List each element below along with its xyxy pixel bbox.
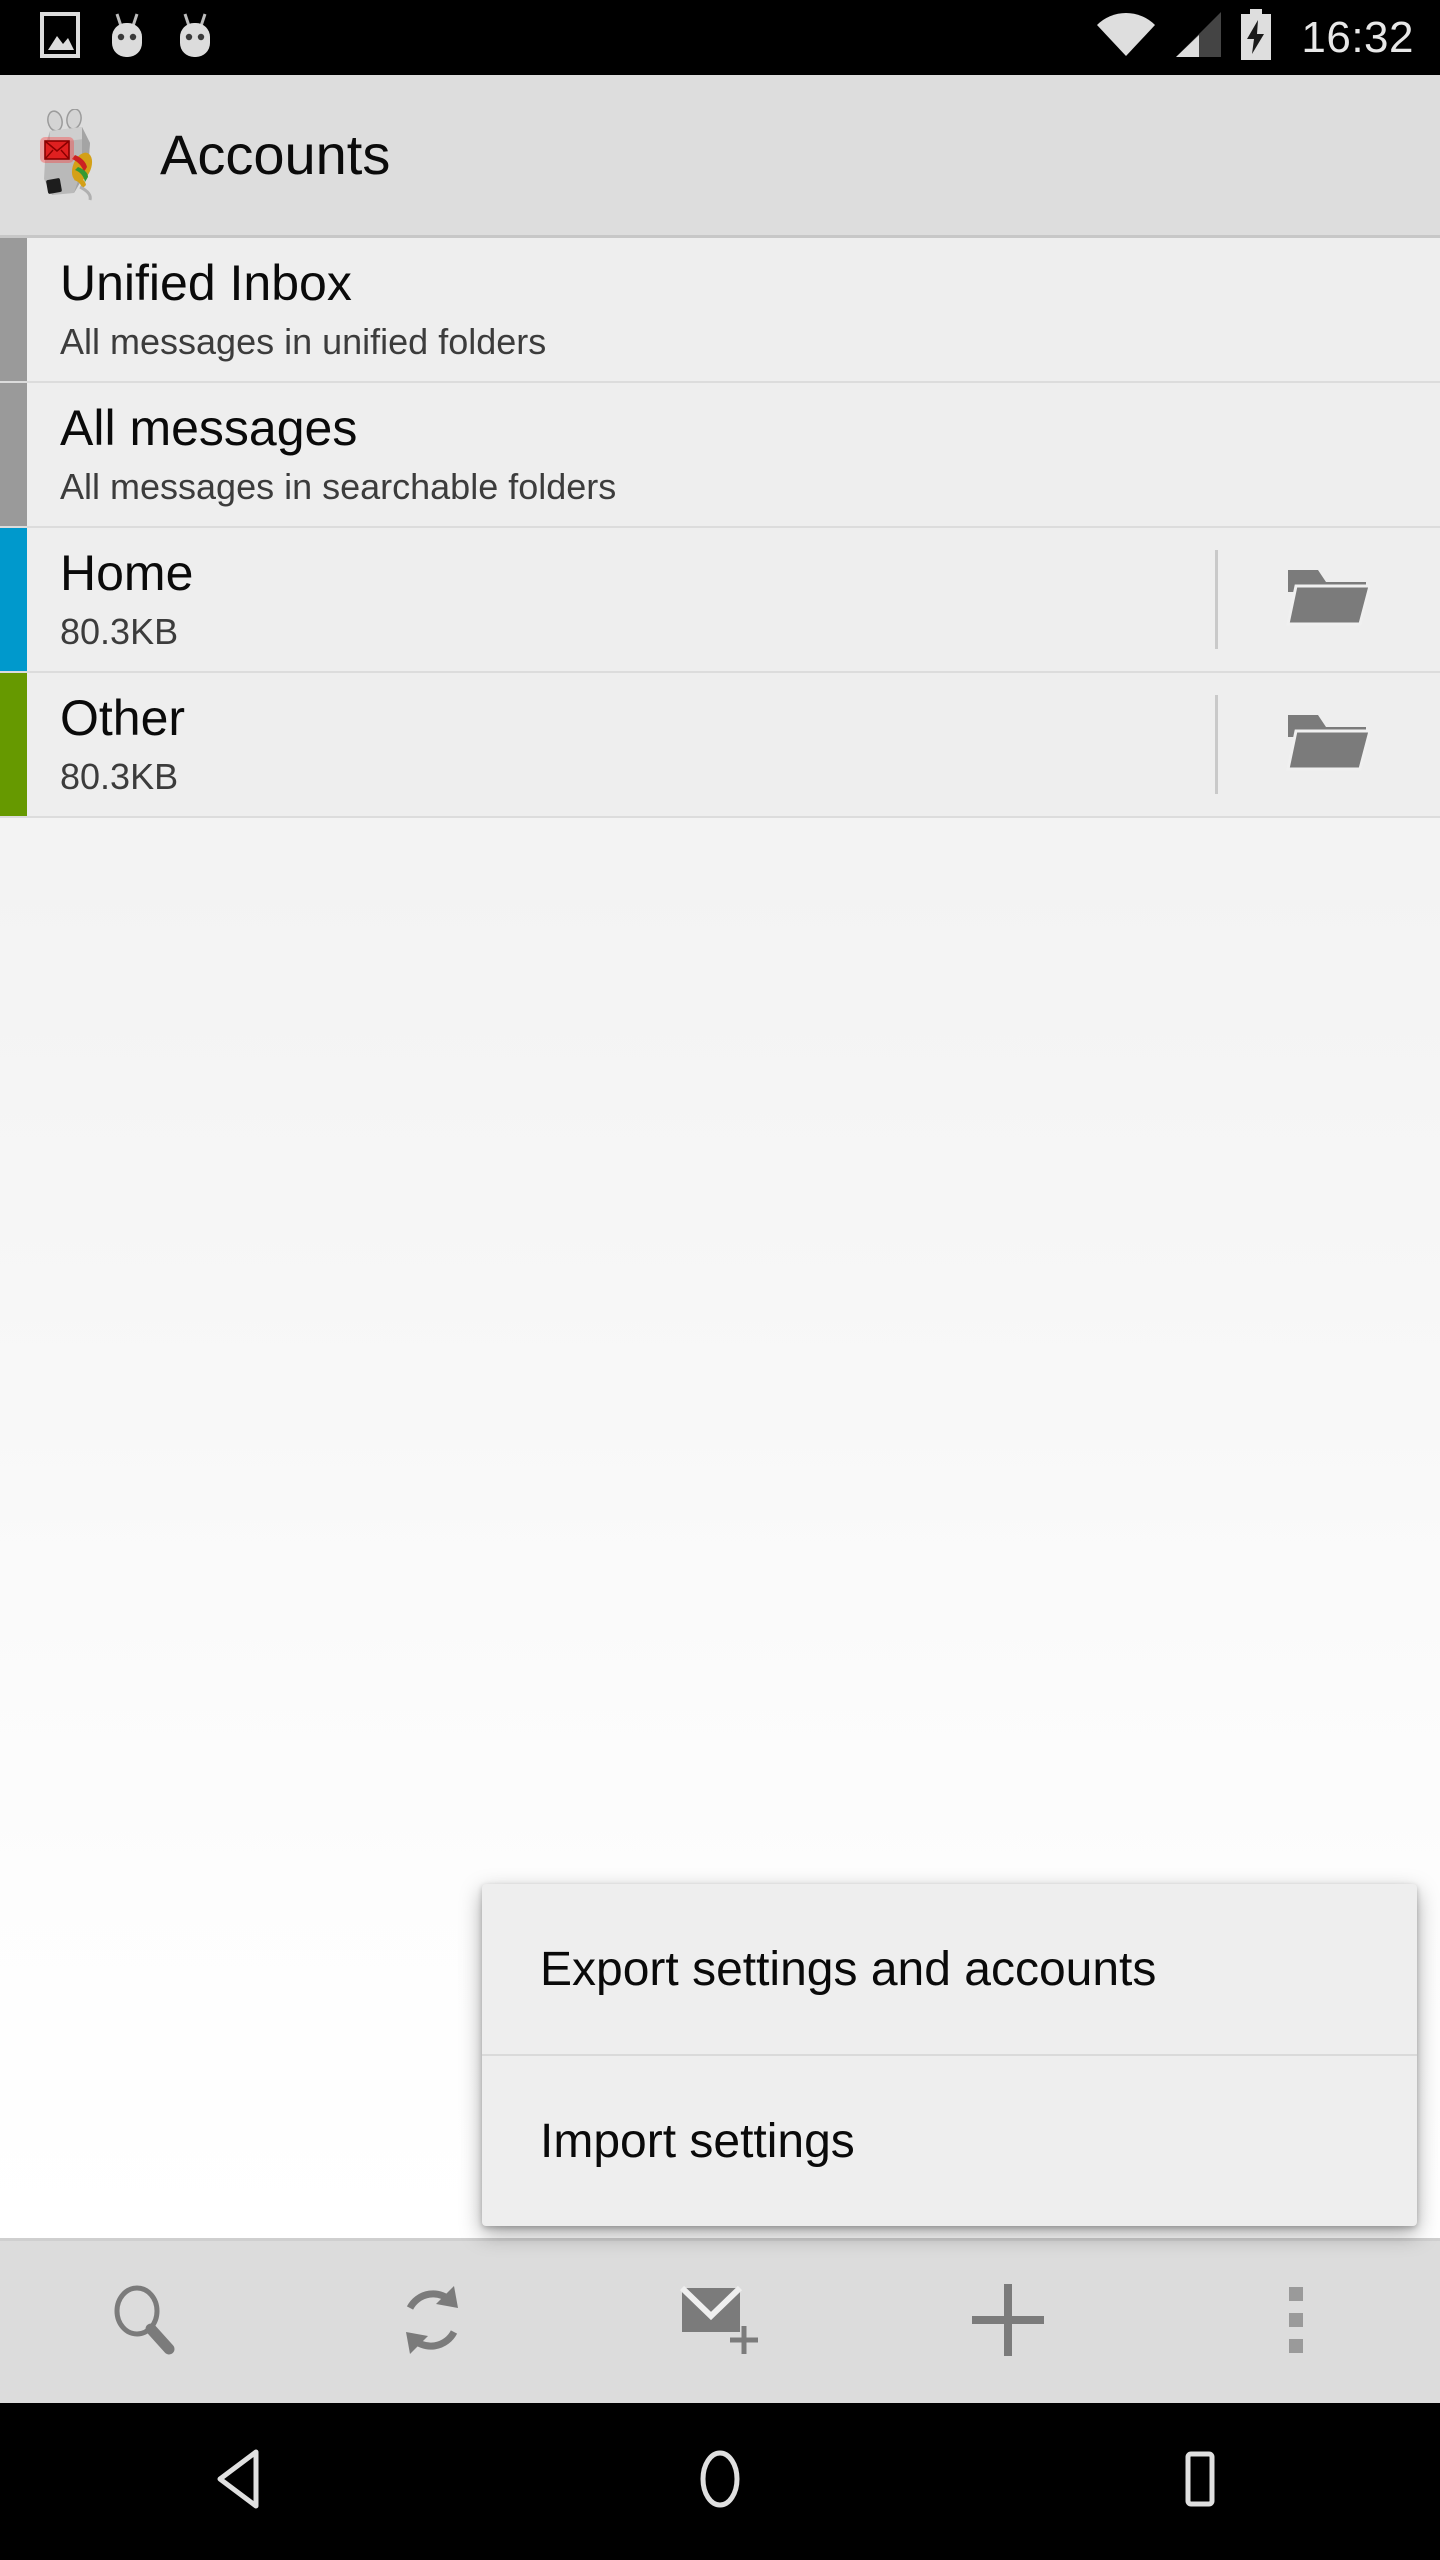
plus-icon [968,2280,1048,2365]
nav-recents-button[interactable] [960,2403,1440,2560]
k9-mail-logo-icon [38,108,124,201]
cell-signal-icon [1173,10,1223,65]
overflow-menu-button[interactable] [1152,2240,1440,2405]
overflow-menu-icon [1287,2283,1305,2362]
compose-button[interactable] [576,2240,864,2405]
folder-icon [1285,709,1372,780]
home-icon [692,2448,748,2515]
page-title: Accounts [160,123,391,186]
account-row-other[interactable]: Other 80.3KB [0,673,1440,818]
account-row-text: Unified Inbox All messages in unified fo… [27,238,1215,381]
action-bar: Accounts [0,75,1440,238]
wifi-icon [1095,10,1157,65]
search-icon [107,2283,181,2362]
vertical-divider [1215,550,1218,649]
account-row-text: Home 80.3KB [27,528,1215,671]
status-bar-notifications [40,11,1095,64]
account-row-text: Other 80.3KB [27,673,1215,816]
nav-back-button[interactable] [0,2403,480,2560]
vertical-divider [1215,695,1218,794]
bottom-action-toolbar [0,2238,1440,2403]
menu-item-export-settings[interactable]: Export settings and accounts [482,1884,1417,2054]
account-description: All messages in unified folders [60,321,547,363]
back-icon [212,2448,268,2515]
android-navigation-bar [0,2403,1440,2560]
account-name: Unified Inbox [60,255,352,312]
refresh-button[interactable] [288,2240,576,2405]
account-folders-button[interactable] [1215,673,1440,816]
android-head-icon [106,11,148,64]
account-row-unified-inbox[interactable]: Unified Inbox All messages in unified fo… [0,238,1440,383]
account-size: 80.3KB [60,756,179,798]
menu-item-import-settings[interactable]: Import settings [482,2056,1417,2226]
compose-mail-icon [678,2282,762,2363]
folder-icon [1285,564,1372,635]
refresh-icon [396,2282,468,2363]
android-head-icon [174,11,216,64]
account-color-stripe [0,673,27,816]
account-color-stripe [0,528,27,671]
account-row-all-messages[interactable]: All messages All messages in searchable … [0,383,1440,528]
battery-charging-icon [1239,9,1273,66]
android-screen: 16:32 Accounts Unified Inbox All message… [0,0,1440,2560]
status-bar: 16:32 [0,0,1440,75]
account-row-text: All messages All messages in searchable … [27,383,1215,526]
image-icon [40,12,80,63]
account-description: All messages in searchable folders [60,466,617,508]
status-bar-clock: 16:32 [1301,12,1414,62]
add-account-button[interactable] [864,2240,1152,2405]
account-name: Home [60,545,194,602]
recents-icon [1172,2448,1228,2515]
overflow-popup-menu: Export settings and accounts Import sett… [482,1884,1417,2226]
account-color-stripe [0,238,27,381]
account-row-home[interactable]: Home 80.3KB [0,528,1440,673]
account-size: 80.3KB [60,611,179,653]
account-name: All messages [60,400,358,457]
account-row-accessory [1215,383,1440,526]
account-name: Other [60,690,186,747]
search-button[interactable] [0,2240,288,2405]
nav-home-button[interactable] [480,2403,960,2560]
status-bar-system-icons: 16:32 [1095,9,1414,66]
account-folders-button[interactable] [1215,528,1440,671]
account-row-accessory [1215,238,1440,381]
account-color-stripe [0,383,27,526]
